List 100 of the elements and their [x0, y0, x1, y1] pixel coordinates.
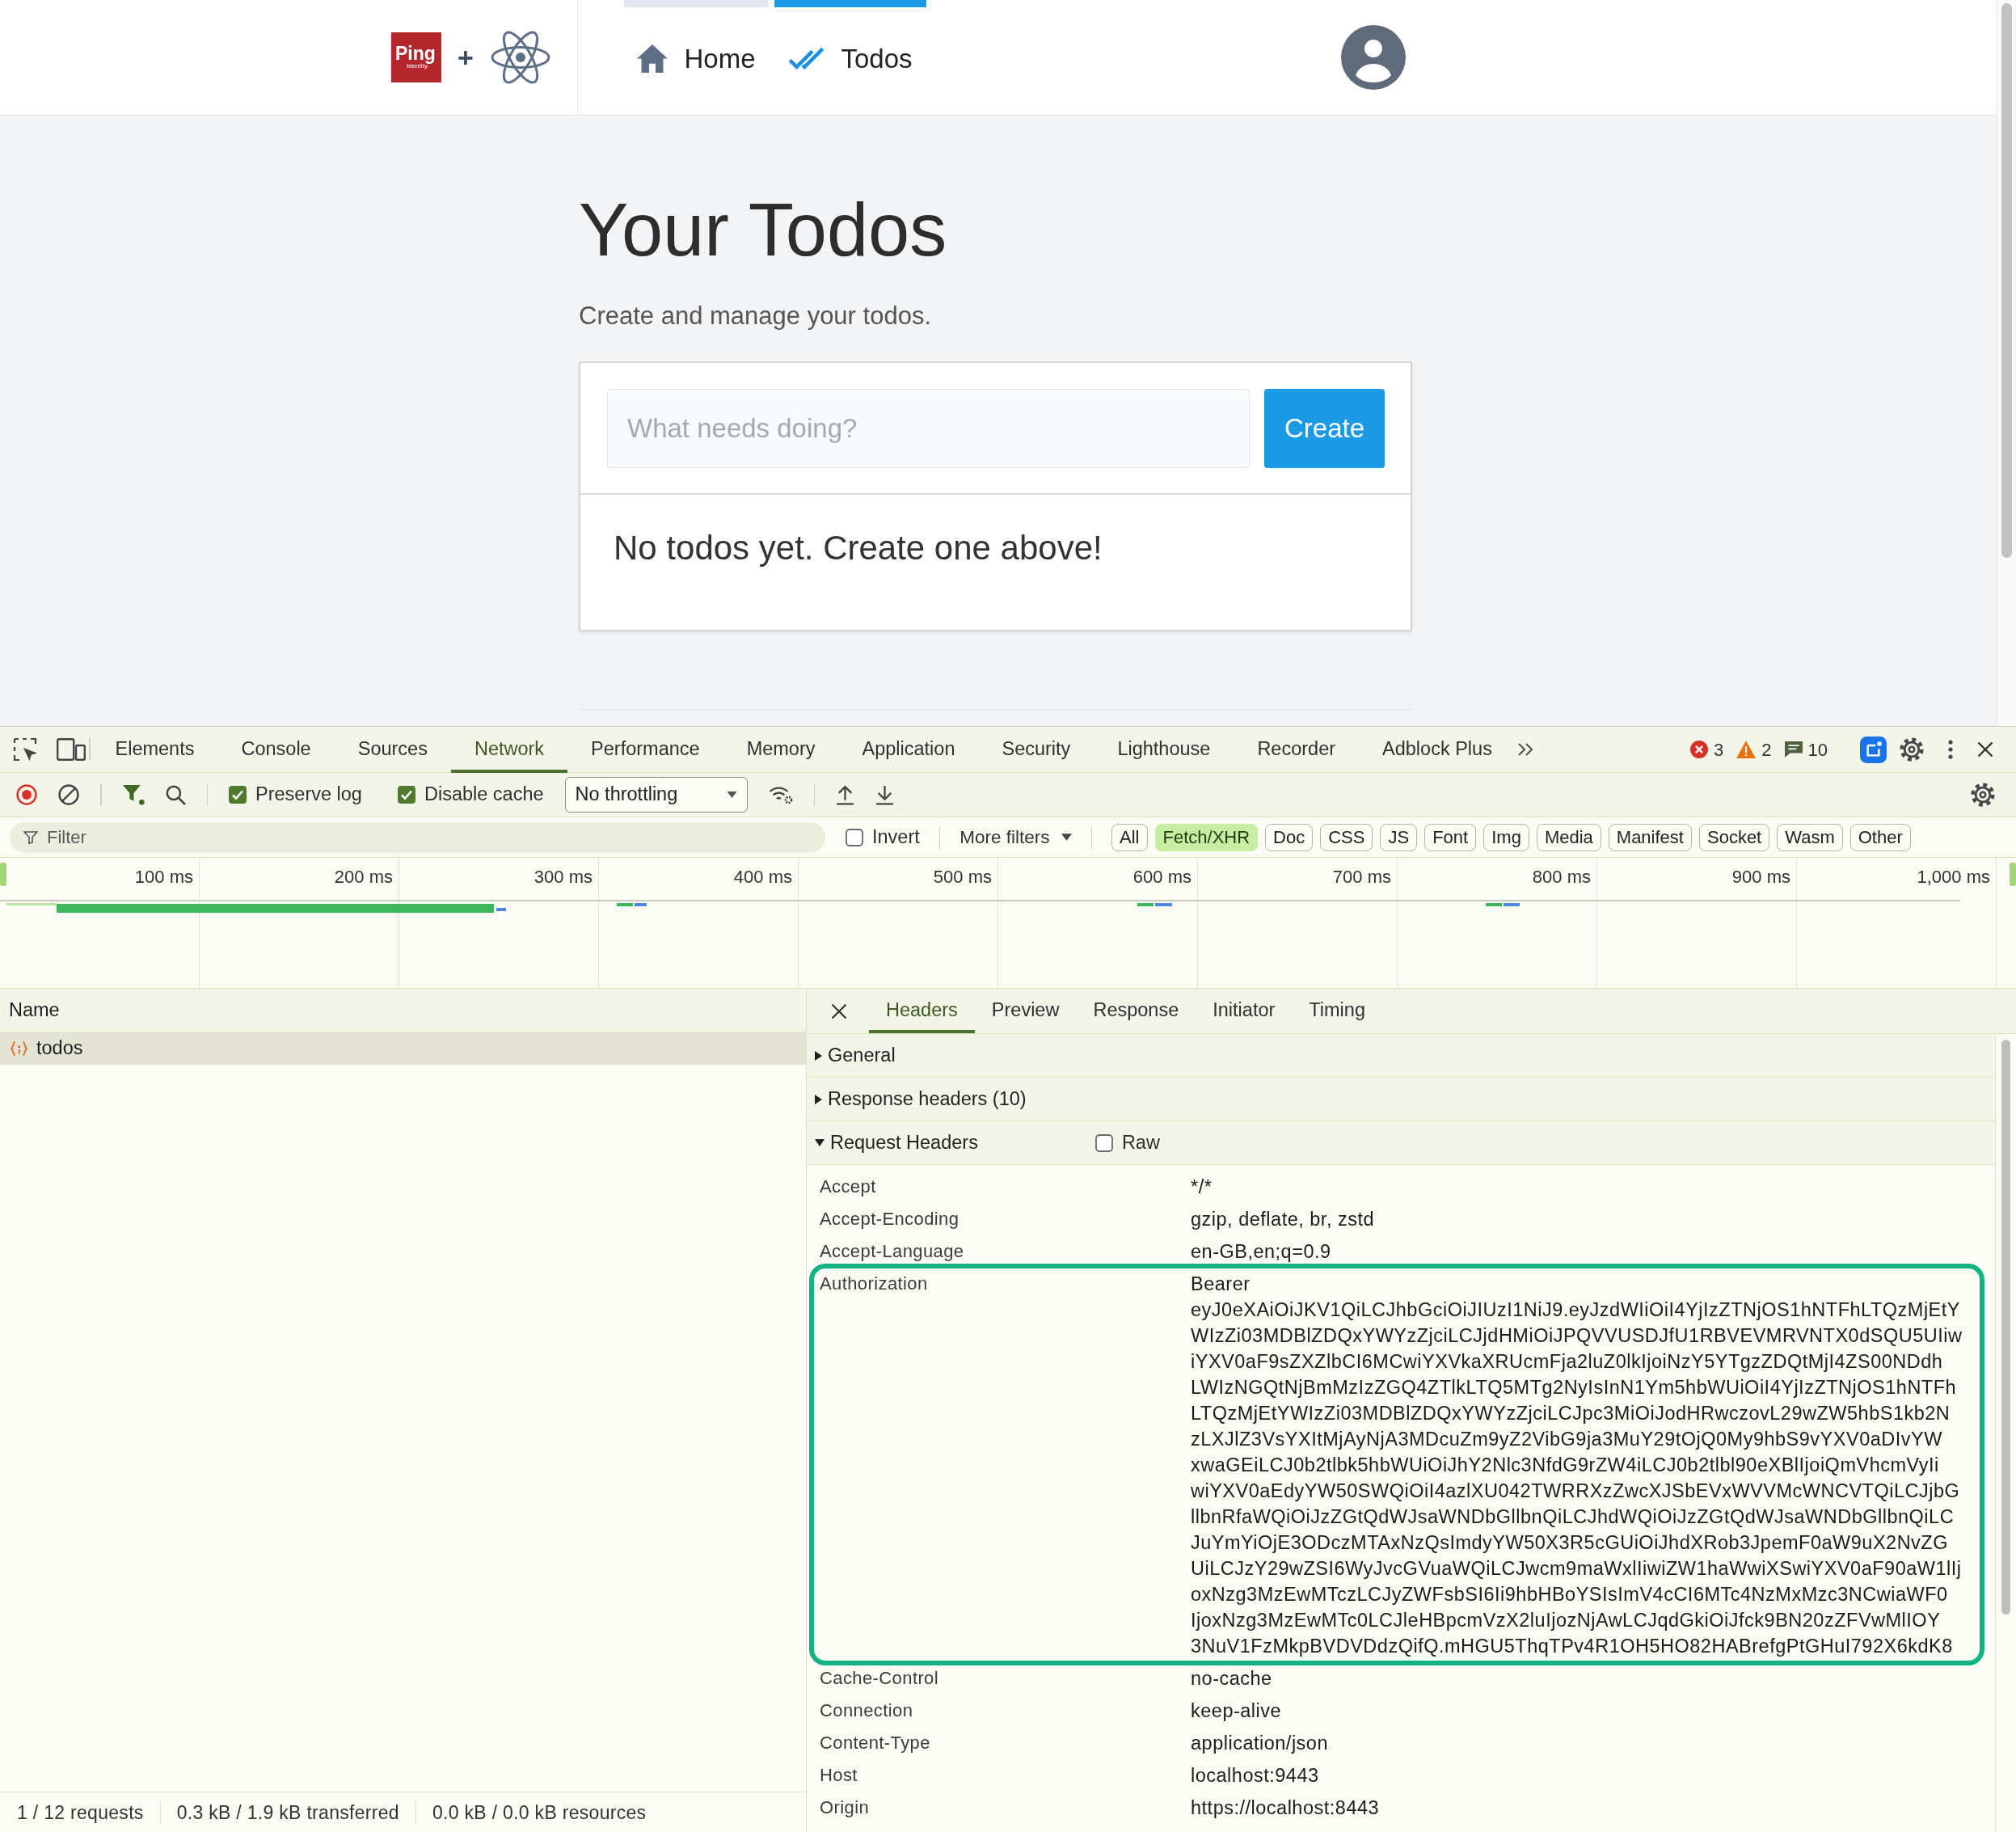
- filter-chip[interactable]: Other: [1849, 823, 1911, 851]
- range-handle[interactable]: [2010, 863, 2016, 886]
- close-icon[interactable]: [831, 1003, 847, 1019]
- checkbox-label: Preserve log: [255, 783, 362, 807]
- tick-label: 800 ms: [1532, 867, 1591, 887]
- filter-chip[interactable]: Doc: [1265, 823, 1314, 851]
- plus-sign: +: [458, 44, 474, 71]
- tab[interactable]: Initiator: [1196, 989, 1293, 1033]
- range-handle[interactable]: [0, 863, 6, 886]
- header-name: Accept-Language: [820, 1241, 964, 1261]
- status-text: 0.3 kB / 1.9 kB transferred: [160, 1800, 416, 1824]
- checkbox[interactable]: [1094, 1133, 1113, 1152]
- section-toggle[interactable]: General: [815, 1041, 896, 1070]
- tab[interactable]: Performance: [567, 726, 723, 773]
- tab[interactable]: Lighthouse: [1094, 726, 1234, 773]
- tick-label: 100 ms: [134, 867, 193, 887]
- tab[interactable]: Memory: [723, 726, 839, 773]
- braces-icon: [10, 1041, 28, 1057]
- close-icon[interactable]: [1977, 741, 1993, 758]
- header-name: Accept-Encoding: [820, 1209, 959, 1229]
- tab[interactable]: Elements: [91, 726, 218, 773]
- tab[interactable]: Console: [217, 726, 335, 773]
- empty-message: No todos yet. Create one above!: [614, 528, 1103, 568]
- wifi-settings-icon[interactable]: [768, 785, 793, 804]
- upload-icon[interactable]: [836, 784, 855, 805]
- checkbox[interactable]: [846, 828, 863, 846]
- filter-chip[interactable]: Manifest: [1608, 823, 1692, 851]
- inspect-icon[interactable]: [13, 737, 39, 762]
- home-icon: [637, 44, 668, 73]
- chevrons-icon[interactable]: [1516, 743, 1533, 756]
- filter-chip[interactable]: CSS: [1320, 823, 1373, 851]
- header-value: */*: [1191, 1176, 1213, 1199]
- atom-icon: [489, 30, 551, 85]
- filter-chip[interactable]: Wasm: [1777, 823, 1843, 851]
- header-name: Authorization: [820, 1273, 928, 1294]
- tab[interactable]: Adblock Plus: [1359, 726, 1516, 773]
- caret-down-icon: [726, 791, 737, 798]
- tick-label: 400 ms: [733, 867, 792, 887]
- avatar-icon[interactable]: [1341, 25, 1406, 90]
- filter-chip[interactable]: JS: [1380, 823, 1418, 851]
- filter-chip[interactable]: Socket: [1698, 823, 1770, 851]
- checkbox-label: Raw: [1121, 1130, 1160, 1154]
- header-value: en-GB,en;q=0.9: [1191, 1240, 1331, 1264]
- header-name: Accept: [820, 1176, 876, 1197]
- issue-count[interactable]: 10: [1784, 736, 1828, 763]
- window-icon[interactable]: [1860, 736, 1887, 763]
- tab[interactable]: Timing: [1292, 989, 1382, 1033]
- section-toggle[interactable]: Response headers (10): [815, 1084, 1027, 1114]
- header-value: no-cache: [1191, 1667, 1272, 1691]
- more-icon[interactable]: [1948, 740, 1953, 759]
- device-toolbar-icon[interactable]: [57, 738, 86, 761]
- section-toggle[interactable]: Request Headers: [815, 1128, 978, 1158]
- scrollbar-thumb[interactable]: [2001, 3, 2012, 558]
- header-name: Connection: [820, 1700, 913, 1720]
- checkbox-label: Disable cache: [424, 783, 544, 807]
- filter-chip[interactable]: Media: [1536, 823, 1601, 851]
- header-value: gzip, deflate, br, zstd: [1191, 1208, 1375, 1231]
- filter-chip[interactable]: All: [1111, 823, 1148, 851]
- header-value: https://localhost:8443: [1191, 1796, 1380, 1820]
- checkbox-label: Invert: [872, 825, 920, 849]
- settings-icon[interactable]: [1971, 783, 1995, 807]
- search-icon[interactable]: [165, 784, 186, 805]
- tab[interactable]: Sources: [334, 726, 451, 773]
- more-filters-button[interactable]: More filters: [959, 823, 1072, 851]
- settings-icon[interactable]: [1900, 737, 1924, 762]
- page-subtitle: Create and manage your todos.: [579, 301, 931, 331]
- header-value: application/json: [1191, 1732, 1328, 1755]
- filter-icon[interactable]: [122, 784, 145, 805]
- double-check-icon: [788, 46, 825, 71]
- logo-text: Ping: [395, 44, 437, 64]
- logo-subtext: Identity.: [407, 63, 429, 70]
- filter-chip[interactable]: Fetch/XHR: [1154, 823, 1259, 851]
- header-value: localhost:9443: [1191, 1764, 1319, 1788]
- tick-label: 600 ms: [1132, 867, 1191, 887]
- clear-icon[interactable]: [58, 784, 79, 805]
- column-header[interactable]: Name: [0, 989, 806, 1032]
- issue-count[interactable]: 3: [1690, 736, 1724, 763]
- issue-count[interactable]: 2: [1736, 736, 1772, 763]
- record-icon[interactable]: [16, 784, 37, 805]
- checkbox[interactable]: [229, 786, 247, 804]
- tab[interactable]: Response: [1076, 989, 1196, 1033]
- download-icon[interactable]: [875, 784, 895, 805]
- todo-input[interactable]: What needs doing?: [607, 389, 1250, 468]
- header-name: Content-Type: [820, 1733, 930, 1753]
- status-text: 1 / 12 requests: [0, 1800, 161, 1824]
- header-value: keep-alive: [1191, 1699, 1282, 1723]
- filter-icon: [23, 830, 38, 844]
- tick-label: 700 ms: [1332, 867, 1391, 887]
- tab[interactable]: Preview: [974, 989, 1077, 1033]
- filter-chip[interactable]: Img: [1483, 823, 1529, 851]
- filter-chip[interactable]: Font: [1424, 823, 1477, 851]
- tab[interactable]: Application: [838, 726, 979, 773]
- tab[interactable]: Recorder: [1234, 726, 1360, 773]
- scrollbar-thumb[interactable]: [2001, 1040, 2010, 1615]
- request-row[interactable]: todos: [0, 1032, 806, 1065]
- checkbox[interactable]: [397, 786, 415, 804]
- throttling-select[interactable]: No throttling: [564, 777, 748, 813]
- tab[interactable]: Security: [978, 726, 1094, 773]
- filter-field[interactable]: Filter: [10, 821, 825, 853]
- warning-icon: [1736, 741, 1757, 758]
